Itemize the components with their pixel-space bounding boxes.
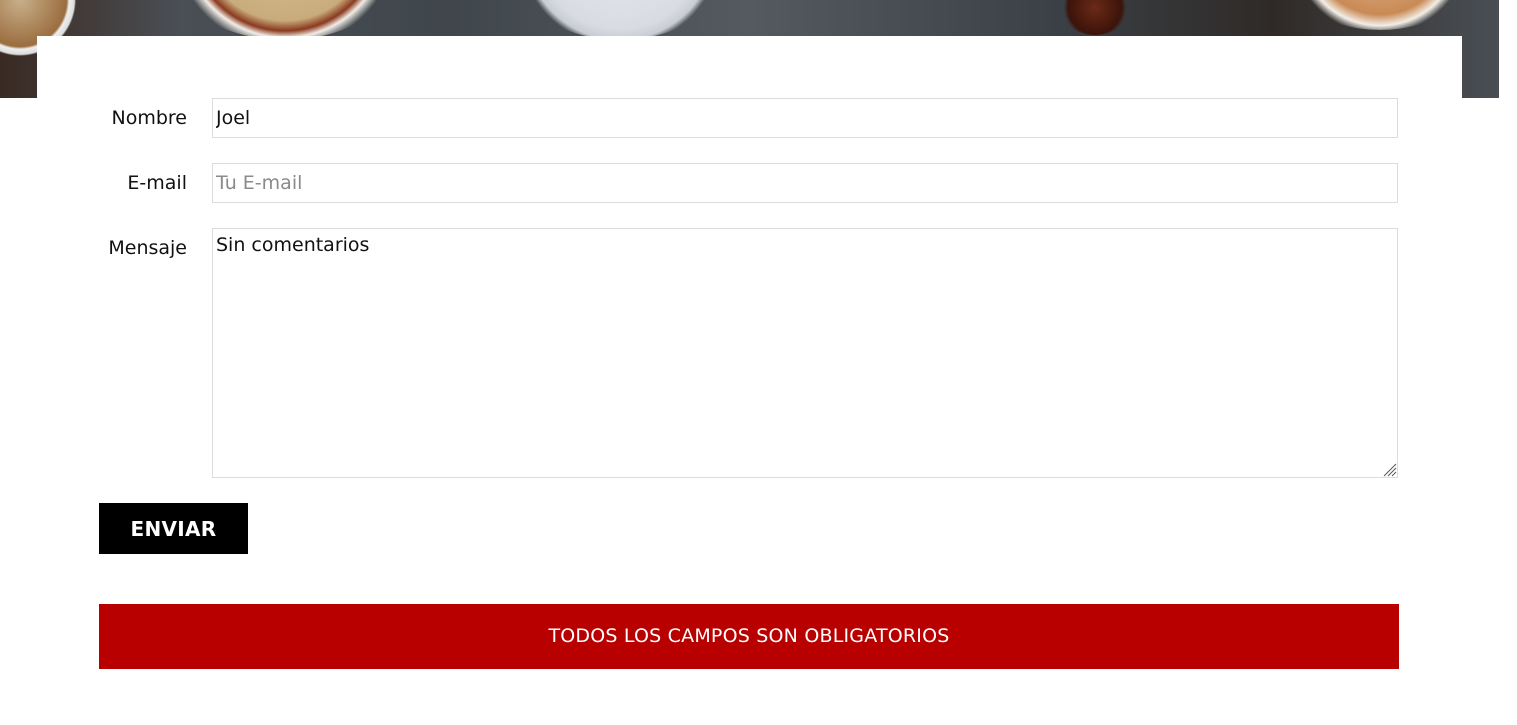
required-fields-notice: TODOS LOS CAMPOS SON OBLIGATORIOS <box>99 604 1399 669</box>
resize-grip-icon[interactable] <box>1381 461 1397 477</box>
email-label: E-mail <box>127 172 187 194</box>
message-textarea[interactable]: Sin comentarios <box>212 228 1398 478</box>
food-bowl-image <box>1270 0 1490 30</box>
chocolate-image <box>1060 0 1130 35</box>
message-wrapper: Sin comentarios <box>212 228 1398 478</box>
name-label: Nombre <box>111 107 188 129</box>
message-label: Mensaje <box>108 237 187 259</box>
page-edge <box>1499 0 1517 725</box>
submit-button[interactable]: ENVIAR <box>99 503 248 554</box>
name-input[interactable] <box>212 98 1398 138</box>
email-input[interactable] <box>212 163 1398 203</box>
plate-image <box>500 0 740 40</box>
contact-form-panel: Nombre E-mail Mensaje Sin comentarios EN… <box>37 36 1462 725</box>
food-bowl-image <box>150 0 420 40</box>
